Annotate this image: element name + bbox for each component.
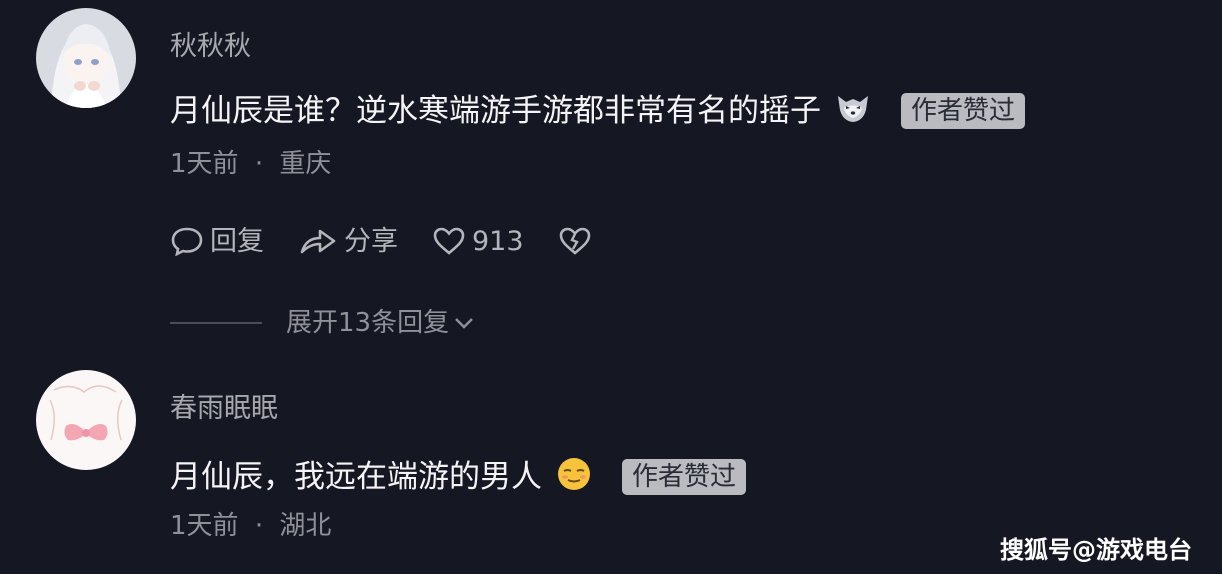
comment-meta: 1天前 · 重庆 [170, 151, 331, 177]
chevron-down-icon [455, 318, 473, 329]
avatar[interactable] [36, 8, 136, 108]
comment-actions: 回复 分享 913 [170, 226, 632, 256]
author-liked-badge: 作者赞过 [622, 459, 747, 495]
relieved-face-icon [556, 456, 592, 498]
meta-separator: · [254, 511, 264, 541]
like-button[interactable]: 913 [432, 226, 524, 256]
expand-divider [170, 322, 262, 324]
reply-bubble-icon [171, 227, 203, 256]
expand-replies-label: 展开13条回复 [286, 308, 450, 338]
comment-text: 月仙辰是谁？逆水寒端游手游都非常有名的摇子 [170, 92, 821, 129]
comment-username[interactable]: 秋秋秋 [170, 33, 251, 60]
expand-replies-button[interactable]: 展开13条回复 [170, 310, 475, 336]
anime-girl-avatar-icon [36, 8, 136, 108]
comment-text-line: 月仙辰是谁？逆水寒端游手游都非常有名的摇子 作者赞过 [170, 92, 1026, 130]
comment-location: 重庆 [279, 149, 332, 179]
share-button[interactable]: 分享 [298, 226, 398, 256]
heart-icon [433, 227, 465, 255]
meta-separator: · [254, 149, 264, 179]
comment-text: 月仙辰，我远在端游的男人 [170, 458, 542, 495]
wolf-face-icon [835, 92, 871, 130]
comment-text-line: 月仙辰，我远在端游的男人 作者赞过 [170, 456, 747, 498]
comment-meta: 1天前 · 湖北 [170, 513, 331, 539]
comment-time: 1天前 [170, 511, 239, 541]
share-label: 分享 [344, 225, 398, 257]
comment-username[interactable]: 春雨眠眠 [170, 395, 278, 422]
reply-button[interactable]: 回复 [170, 226, 264, 256]
comment-time: 1天前 [170, 149, 239, 179]
dislike-button[interactable] [558, 226, 598, 256]
author-liked-badge: 作者赞过 [901, 93, 1026, 129]
watermark-text: 搜狐号@游戏电台 [1000, 536, 1192, 564]
avatar[interactable] [36, 370, 136, 470]
broken-heart-icon [559, 227, 590, 255]
pink-bow-avatar-icon [36, 370, 136, 470]
comment-location: 湖北 [279, 511, 332, 541]
share-arrow-icon [300, 229, 336, 254]
like-count: 913 [472, 225, 524, 257]
reply-label: 回复 [210, 225, 264, 257]
